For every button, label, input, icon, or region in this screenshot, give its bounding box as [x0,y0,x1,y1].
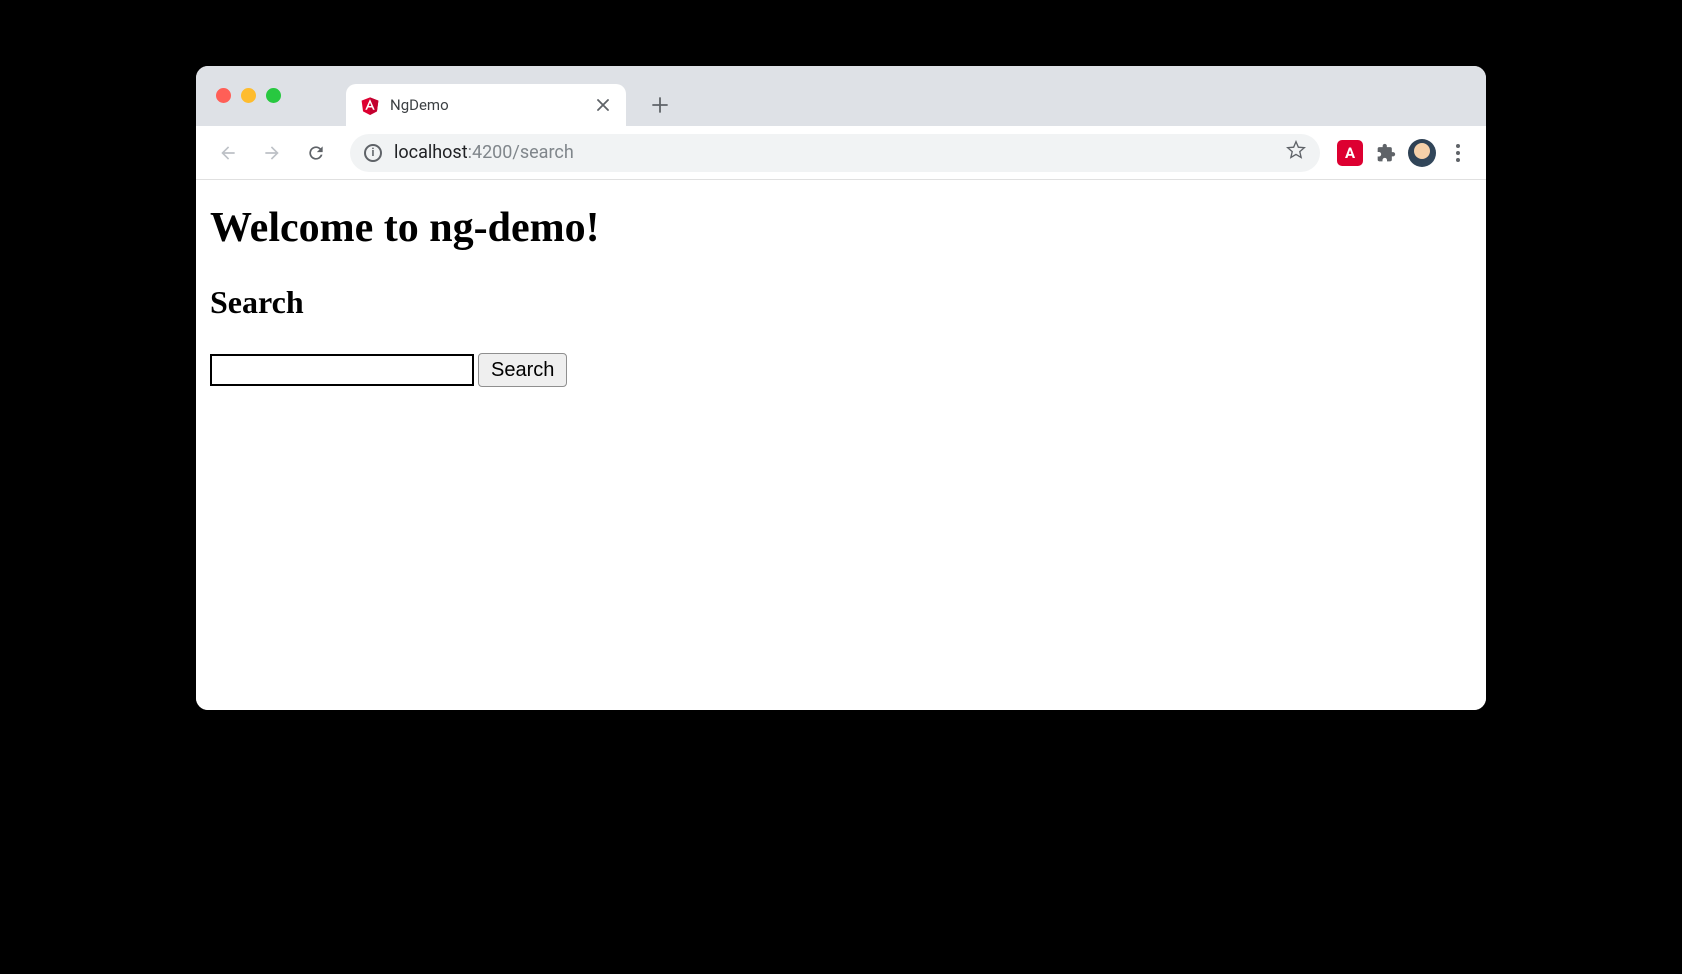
url-host: localhost [394,142,468,163]
search-heading: Search [210,284,1472,321]
page-title: Welcome to ng-demo! [210,204,1472,252]
extensions-icon[interactable] [1372,139,1400,167]
site-info-icon[interactable]: i [364,144,382,162]
address-bar[interactable]: i localhost:4200/search [350,134,1320,172]
browser-menu-button[interactable] [1444,139,1472,167]
bookmark-star-icon[interactable] [1286,140,1306,165]
augury-badge: A [1337,140,1363,166]
profile-avatar[interactable] [1408,139,1436,167]
browser-toolbar: i localhost:4200/search A [196,126,1486,180]
url-text: localhost:4200/search [394,142,1274,163]
back-button[interactable] [210,135,246,171]
avatar-icon [1408,139,1436,167]
minimize-window-button[interactable] [241,88,256,103]
search-form: Search [210,353,1472,387]
browser-tab[interactable]: NgDemo [346,84,626,126]
new-tab-button[interactable] [642,87,678,123]
kebab-menu-icon [1450,144,1466,162]
url-path: :4200/search [468,142,574,163]
angular-icon [360,95,380,115]
browser-window: NgDemo i localhost:4200/search [196,66,1486,710]
tab-title: NgDemo [390,96,584,114]
extension-augury-icon[interactable]: A [1336,139,1364,167]
maximize-window-button[interactable] [266,88,281,103]
reload-button[interactable] [298,135,334,171]
close-window-button[interactable] [216,88,231,103]
tab-strip: NgDemo [196,66,1486,126]
search-button[interactable]: Search [478,353,567,387]
close-tab-icon[interactable] [594,96,612,114]
page-content: Welcome to ng-demo! Search Search [196,180,1486,710]
search-input[interactable] [210,354,474,386]
forward-button[interactable] [254,135,290,171]
window-controls [216,88,281,103]
